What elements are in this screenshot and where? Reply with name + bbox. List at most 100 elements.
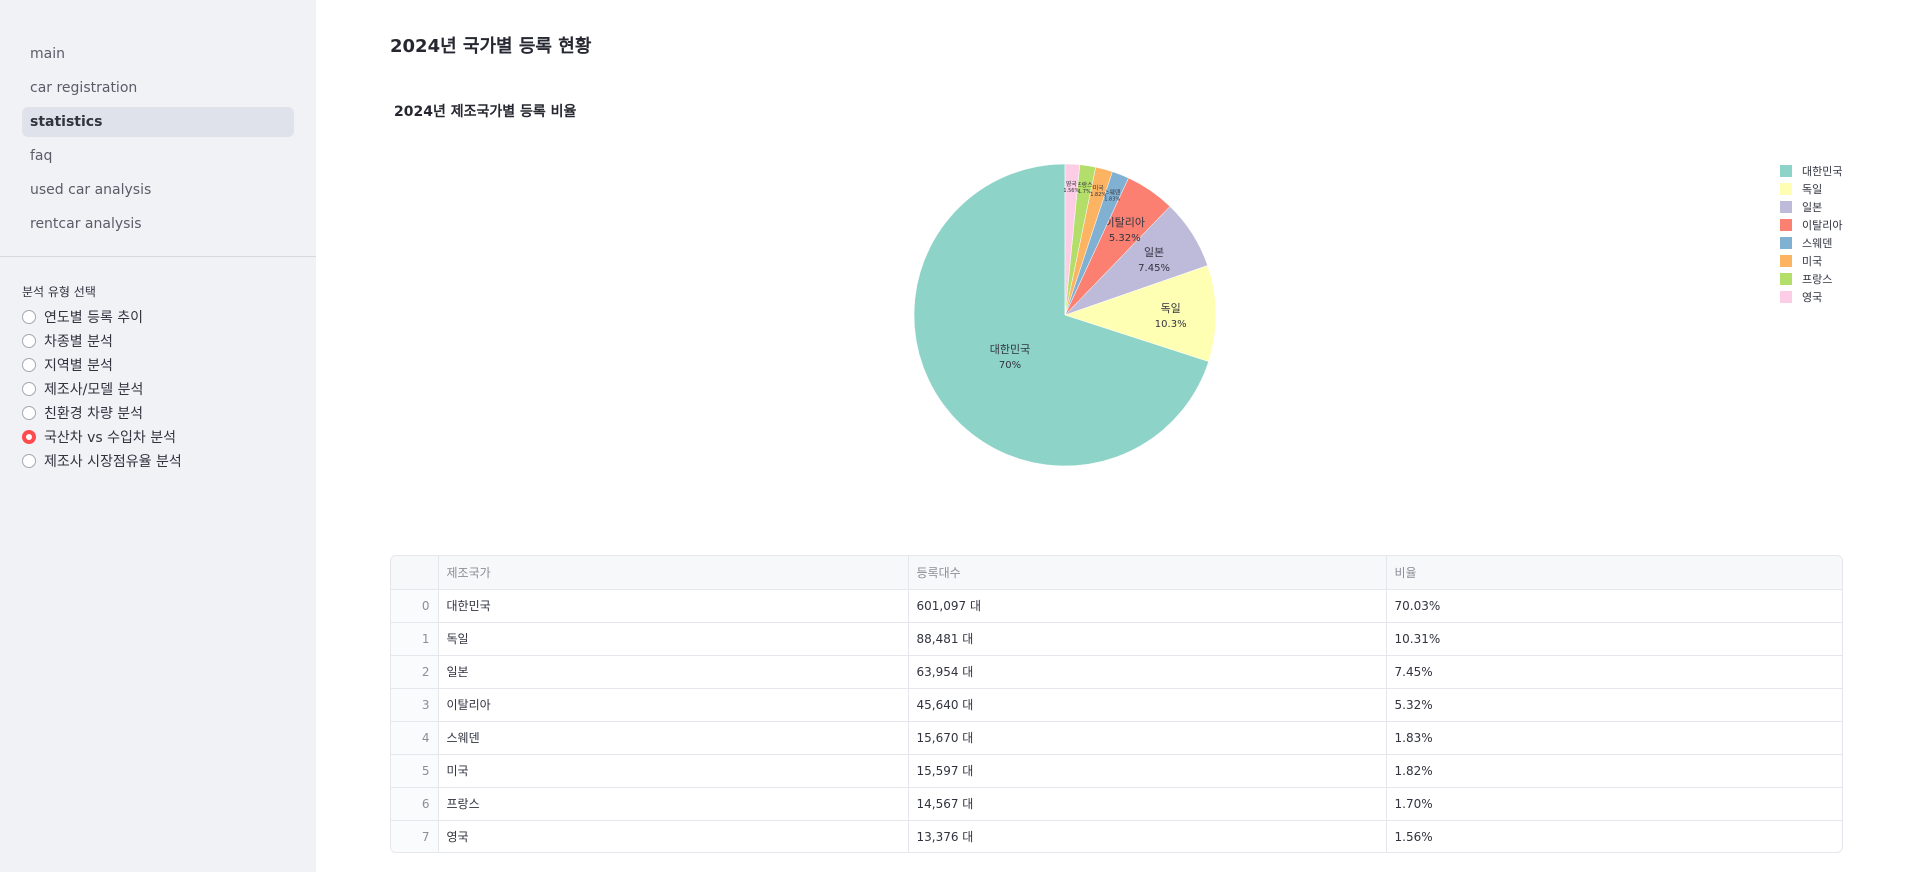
radio-option[interactable]: 연도별 등록 추이 (22, 305, 182, 329)
table-cell: 독일 (438, 622, 909, 656)
table-cell: 대한민국 (438, 589, 909, 623)
pie-slice-percent: 10.3% (1155, 319, 1187, 330)
radio-unchecked-icon[interactable] (22, 334, 36, 348)
table-row[interactable]: 3 이탈리아 45,640 대 5.32% (391, 688, 1842, 722)
page-title: 2024년 국가별 등록 현황 (390, 36, 592, 57)
pie-slice-label: 영국 (1066, 180, 1078, 188)
radio-checked-icon[interactable] (22, 430, 36, 444)
legend-swatch[interactable] (1780, 237, 1792, 249)
legend-swatch[interactable] (1780, 183, 1792, 195)
analysis-type-label: 분석 유형 선택 (22, 285, 96, 299)
legend-swatch[interactable] (1780, 219, 1792, 231)
sidebar-item-statistics[interactable]: statistics (22, 107, 294, 137)
radio-option-label: 지역별 분석 (44, 358, 113, 374)
table-cell: 일본 (438, 655, 909, 689)
pie-slice-percent: 1.82% (1090, 192, 1106, 198)
table-cell: 5.32% (1386, 688, 1842, 722)
pie-slice-label: 대한민국 (990, 343, 1030, 356)
row-index-cell: 2 (391, 655, 439, 689)
pie-slice-label: 독일 (1161, 301, 1181, 315)
table-header-cell[interactable]: 등록대수 (908, 556, 1387, 590)
pie-slice-percent: 1.7% (1078, 189, 1091, 195)
sidebar-item-car-registration[interactable]: car registration (22, 73, 294, 103)
table-row[interactable]: 0 대한민국 601,097 대 70.03% (391, 589, 1842, 623)
table-row[interactable]: 2 일본 63,954 대 7.45% (391, 655, 1842, 689)
table-cell: 45,640 대 (908, 688, 1387, 722)
radio-option-label: 연도별 등록 추이 (44, 310, 144, 326)
table-cell: 이탈리아 (438, 688, 909, 722)
radio-option[interactable]: 국산차 vs 수입차 분석 (22, 425, 182, 449)
table-cell: 1.70% (1386, 787, 1842, 821)
main-content: 2024년 국가별 등록 현황 2024년 제조국가별 등록 비율 대한민국 70… (316, 0, 1919, 872)
legend-swatch[interactable] (1780, 165, 1792, 177)
table-row[interactable]: 7 영국 13,376 대 1.56% (391, 820, 1842, 852)
legend-label[interactable]: 스웨덴 (1802, 237, 1832, 250)
radio-option-label: 제조사 시장점유율 분석 (44, 454, 182, 470)
table-cell: 88,481 대 (908, 622, 1387, 656)
table-cell: 14,567 대 (908, 787, 1387, 821)
table-cell: 63,954 대 (908, 655, 1387, 689)
pie-slice-percent: 1.56% (1063, 188, 1079, 194)
radio-option[interactable]: 제조사/모델 분석 (22, 377, 182, 401)
table-cell: 10.31% (1386, 622, 1842, 656)
radio-option-label: 제조사/모델 분석 (44, 382, 144, 398)
table-header-cell[interactable]: 제조국가 (438, 556, 909, 590)
pie-slice-label: 일본 (1144, 245, 1164, 259)
table-cell: 13,376 대 (908, 820, 1387, 852)
row-index-cell: 6 (391, 787, 439, 821)
data-table[interactable]: 제조국가 등록대수 비율 0 대한민국 601,097 대 70.03% 1 독일 88,481… (390, 555, 1843, 853)
legend-swatch[interactable] (1780, 273, 1792, 285)
radio-unchecked-icon[interactable] (22, 406, 36, 420)
table-cell: 70.03% (1386, 589, 1842, 623)
sidebar-item-rentcar-analysis[interactable]: rentcar analysis (22, 209, 294, 239)
radio-unchecked-icon[interactable] (22, 454, 36, 468)
radio-option-label: 친환경 차량 분석 (44, 406, 144, 422)
analysis-type-radio-group: 연도별 등록 추이차종별 분석지역별 분석제조사/모델 분석친환경 차량 분석국… (22, 305, 182, 473)
row-index-cell: 0 (391, 589, 439, 623)
legend-label[interactable]: 영국 (1802, 291, 1822, 304)
table-row[interactable]: 1 독일 88,481 대 10.31% (391, 622, 1842, 656)
radio-option[interactable]: 차종별 분석 (22, 329, 182, 353)
table-row[interactable]: 4 스웨덴 15,670 대 1.83% (391, 721, 1842, 755)
sidebar-item-used-car-analysis[interactable]: used car analysis (22, 175, 294, 205)
table-cell: 프랑스 (438, 787, 909, 821)
sidebar-item-main[interactable]: main (22, 39, 294, 69)
row-index-cell: 4 (391, 721, 439, 755)
radio-option[interactable]: 제조사 시장점유율 분석 (22, 449, 182, 473)
table-cell: 스웨덴 (438, 721, 909, 755)
table-row[interactable]: 5 미국 15,597 대 1.82% (391, 754, 1842, 788)
legend-swatch[interactable] (1780, 201, 1792, 213)
table-header-cell[interactable] (391, 556, 439, 590)
table-cell: 601,097 대 (908, 589, 1387, 623)
legend-swatch[interactable] (1780, 255, 1792, 267)
pie-chart: 대한민국 70% 독일 10.3% 일본 7.45% 이탈리아 5.32% 스웨덴 1.83% 미국… (316, 125, 1919, 485)
table-cell: 미국 (438, 754, 909, 788)
pie-slice-label: 미국 (1093, 184, 1105, 192)
row-index-cell: 3 (391, 688, 439, 722)
row-index-cell: 7 (391, 820, 439, 852)
radio-option[interactable]: 친환경 차량 분석 (22, 401, 182, 425)
legend-label[interactable]: 대한민국 (1802, 165, 1842, 178)
table-cell: 1.56% (1394, 829, 1433, 844)
sidebar-divider (0, 256, 316, 257)
table-row[interactable]: 6 프랑스 14,567 대 1.70% (391, 787, 1842, 821)
legend-label[interactable]: 이탈리아 (1802, 219, 1842, 232)
sidebar: main car registration statistics faq used ca… (0, 0, 316, 872)
radio-unchecked-icon[interactable] (22, 310, 36, 324)
pie-slice-percent: 5.32% (1109, 233, 1141, 244)
legend-label[interactable]: 독일 (1802, 182, 1822, 196)
legend-label[interactable]: 일본 (1802, 200, 1822, 214)
radio-option-label: 차종별 분석 (44, 334, 113, 350)
pie-slice-percent: 1.83% (1104, 197, 1120, 203)
radio-unchecked-icon[interactable] (22, 382, 36, 396)
sidebar-item-faq[interactable]: faq (22, 141, 294, 171)
legend-label[interactable]: 미국 (1802, 255, 1822, 268)
legend-swatch[interactable] (1780, 291, 1792, 303)
table-header-cell[interactable]: 비율 (1386, 556, 1842, 590)
legend-label[interactable]: 프랑스 (1802, 273, 1832, 286)
pie-slice-percent: 7.45% (1138, 263, 1170, 274)
radio-option[interactable]: 지역별 분석 (22, 353, 182, 377)
radio-option-label: 국산차 vs 수입차 분석 (44, 430, 176, 446)
radio-unchecked-icon[interactable] (22, 358, 36, 372)
table-cell: 15,670 대 (908, 721, 1387, 755)
